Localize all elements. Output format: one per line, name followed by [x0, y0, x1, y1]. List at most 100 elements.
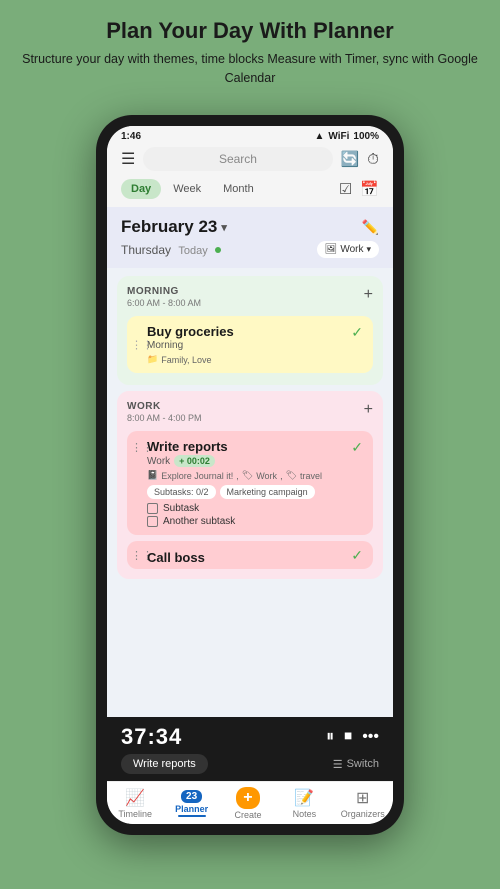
checkbox-1-icon: [147, 503, 158, 514]
subtask-tags: Subtasks: 0/2 Marketing campaign: [147, 485, 363, 499]
create-label: Create: [234, 810, 261, 820]
search-bar[interactable]: Search: [143, 147, 332, 171]
switch-label[interactable]: ☰ Switch: [333, 758, 379, 771]
subtasks-count-tag: Subtasks: 0/2: [147, 485, 216, 499]
work-badge[interactable]: 🖼 Work ▾: [317, 241, 379, 258]
status-right: ▲ WiFi 100%: [315, 131, 380, 142]
work-task1-subtitle: Work: [147, 456, 170, 467]
drag-handle-icon-2: ⋮⋮: [131, 441, 153, 454]
work-task1-check-icon[interactable]: ✓: [351, 439, 363, 456]
timer-controls: ⏸ ⏹ •••: [326, 728, 379, 746]
create-icon: +: [236, 787, 259, 809]
nav-item-notes[interactable]: 📝 Notes: [284, 788, 324, 819]
folder-icon: 📁: [147, 354, 158, 365]
notes-label: Notes: [293, 809, 317, 819]
work-tag-icon: 🏷: [242, 470, 253, 481]
top-nav: ☰ Search 🔄 ⏱: [107, 144, 393, 179]
marketing-tag: Marketing campaign: [220, 485, 315, 499]
work-task2-title: Call boss: [147, 550, 205, 565]
morning-task-check-icon[interactable]: ✓: [351, 324, 363, 341]
organizers-icon: ⊞: [356, 788, 369, 808]
timeline-label: Timeline: [118, 809, 152, 819]
work-badge-icon: 🖼: [325, 244, 338, 255]
phone-screen: 1:46 ▲ WiFi 100% ☰ Search 🔄 ⏱ Day W: [107, 126, 393, 824]
edit-icon[interactable]: ✏️: [362, 219, 379, 236]
tab-week[interactable]: Week: [163, 179, 211, 199]
morning-task-card[interactable]: ⋮⋮ Buy groceries Morning 📁 Family, Love …: [127, 316, 373, 373]
organizers-label: Organizers: [341, 809, 385, 819]
timer-badge: + 00:02: [174, 455, 215, 467]
work-section-title: WORK: [127, 401, 202, 412]
work-task2-check-icon[interactable]: ✓: [351, 547, 363, 564]
morning-time: 6:00 AM - 8:00 AM: [127, 298, 201, 308]
checklist-icon[interactable]: ☑: [339, 180, 352, 198]
planner-label: Planner: [175, 804, 208, 814]
timeline-icon: 📈: [125, 788, 145, 808]
status-time: 1:46: [121, 131, 141, 142]
today-dot: [215, 247, 221, 253]
morning-task-title: Buy groceries: [147, 324, 363, 339]
main-content: February 23 ▾ ✏️ Thursday Today 🖼 Work ▾: [107, 207, 393, 717]
notes-icon: 📝: [294, 788, 314, 808]
morning-task-subtitle: Morning: [147, 340, 363, 351]
tab-day[interactable]: Day: [121, 179, 161, 199]
refresh-icon[interactable]: 🔄: [341, 150, 360, 168]
morning-task-tags: 📁 Family, Love: [147, 354, 363, 365]
tab-row: Day Week Month ☑ 📅: [107, 179, 393, 207]
day-subheader: Thursday Today 🖼 Work ▾: [107, 239, 393, 268]
planner-underline: [178, 815, 206, 817]
tab-right-icons: ☑ 📅: [339, 180, 379, 198]
nav-item-planner[interactable]: 23 Planner: [172, 790, 212, 817]
day-label: Thursday Today: [121, 243, 221, 257]
timer-bar: 37:34 ⏸ ⏹ •••: [107, 717, 393, 752]
date-title: February 23 ▾: [121, 217, 227, 237]
nav-item-create[interactable]: + Create: [228, 787, 268, 820]
signal-icon: ▲: [315, 131, 325, 142]
timer-display: 37:34: [121, 724, 182, 750]
morning-section-header: MORNING 6:00 AM - 8:00 AM +: [127, 286, 373, 308]
journal-icon: 📓: [147, 470, 158, 481]
travel-tag-icon: 🏷: [286, 470, 297, 481]
stop-icon[interactable]: ⏹: [344, 728, 352, 746]
more-icon[interactable]: •••: [362, 728, 379, 746]
work-add-icon[interactable]: +: [364, 401, 373, 419]
status-bar: 1:46 ▲ WiFi 100%: [107, 126, 393, 144]
calendar-icon[interactable]: 📅: [360, 180, 379, 198]
battery-icon: 100%: [353, 131, 379, 142]
drag-handle-icon-3: ⋮⋮: [131, 549, 153, 562]
work-section-time: 8:00 AM - 4:00 PM: [127, 413, 202, 423]
checkbox-2-icon: [147, 516, 158, 527]
hamburger-icon[interactable]: ☰: [121, 149, 135, 169]
morning-title: MORNING: [127, 286, 201, 297]
work-section: WORK 8:00 AM - 4:00 PM + ⋮⋮ Write report…: [117, 391, 383, 579]
wifi-icon: WiFi: [328, 131, 349, 142]
work-section-header: WORK 8:00 AM - 4:00 PM +: [127, 401, 373, 423]
nav-item-timeline[interactable]: 📈 Timeline: [115, 788, 155, 819]
morning-add-icon[interactable]: +: [364, 286, 373, 304]
timer-label-bar: Write reports ☰ Switch: [107, 752, 393, 781]
tab-group: Day Week Month: [121, 179, 264, 199]
page-subtitle: Structure your day with themes, time blo…: [20, 50, 480, 88]
phone-frame: 1:46 ▲ WiFi 100% ☰ Search 🔄 ⏱ Day W: [96, 115, 404, 835]
planner-badge: 23: [181, 790, 202, 803]
timer-task-label[interactable]: Write reports: [121, 754, 208, 774]
work-task1-title: Write reports: [147, 439, 228, 454]
list-icon: ☰: [333, 758, 343, 771]
drag-handle-icon: ⋮⋮: [131, 338, 153, 351]
page-title: Plan Your Day With Planner: [20, 18, 480, 44]
subtask-2[interactable]: Another subtask: [147, 516, 363, 527]
chevron-down-icon[interactable]: ▾: [221, 221, 227, 234]
work-task-card-1[interactable]: ⋮⋮ Write reports Work + 00:02 📓 Explore …: [127, 431, 373, 535]
morning-section: MORNING 6:00 AM - 8:00 AM + ⋮⋮ Buy groce…: [117, 276, 383, 385]
timer-icon[interactable]: ⏱: [367, 151, 379, 168]
work-chevron-icon: ▾: [366, 244, 371, 255]
date-header: February 23 ▾ ✏️: [107, 207, 393, 239]
pause-icon[interactable]: ⏸: [326, 728, 334, 746]
today-label: Today: [178, 245, 207, 257]
bottom-nav: 📈 Timeline 23 Planner + Create 📝 Notes ⊞…: [107, 781, 393, 824]
subtask-1[interactable]: Subtask: [147, 503, 363, 514]
page-header: Plan Your Day With Planner Structure you…: [0, 0, 500, 98]
tab-month[interactable]: Month: [213, 179, 264, 199]
work-task-card-2[interactable]: ⋮⋮ Call boss ✓: [127, 541, 373, 569]
nav-item-organizers[interactable]: ⊞ Organizers: [341, 788, 385, 819]
